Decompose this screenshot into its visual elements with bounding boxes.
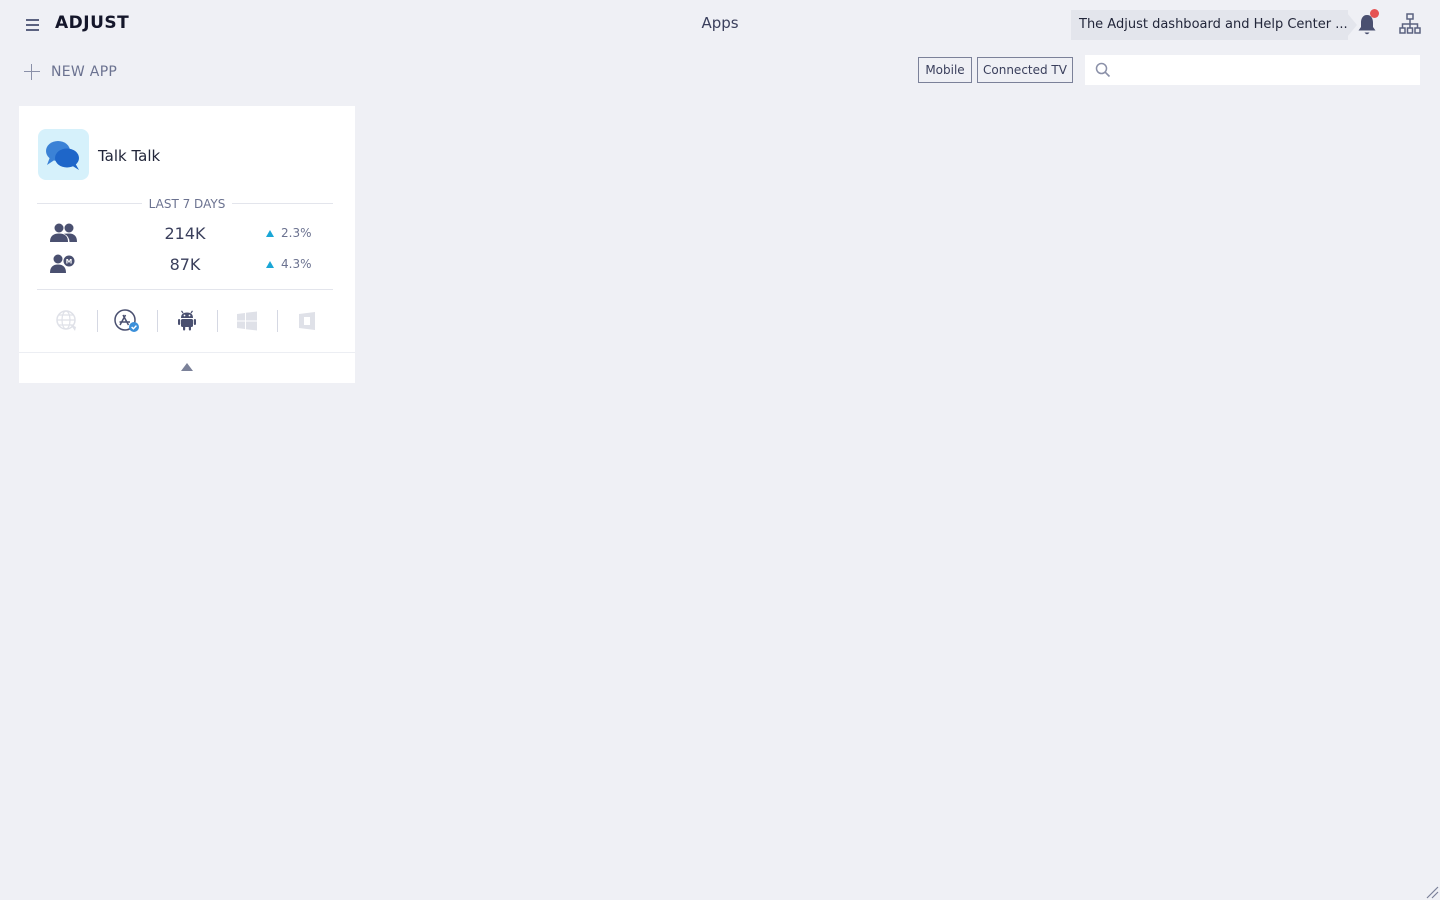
- page-title: Apps: [701, 14, 739, 32]
- search-icon: [1095, 62, 1111, 78]
- filter-connected-tv-button[interactable]: Connected TV: [977, 57, 1073, 83]
- users-icon: [50, 223, 77, 242]
- metric-value: 87K: [169, 255, 201, 274]
- chat-bubbles-icon: [46, 141, 79, 170]
- logo-text: ADJUST: [55, 13, 130, 33]
- metric-value: 214K: [164, 224, 206, 243]
- metric-change-value: 4.3%: [281, 257, 312, 271]
- app-icon: [38, 129, 89, 180]
- android-icon: [178, 310, 196, 331]
- metric-change-value: 2.3%: [281, 226, 312, 240]
- app-name[interactable]: Talk Talk: [98, 147, 160, 165]
- metric-change: 2.3%: [266, 226, 312, 240]
- new-app-label: NEW APP: [51, 64, 118, 80]
- hamburger-menu-icon[interactable]: [22, 14, 44, 36]
- platform-windows[interactable]: [217, 306, 277, 336]
- hierarchy-icon: [1399, 13, 1421, 34]
- trend-up-icon: [266, 260, 274, 268]
- web-icon: [56, 310, 78, 331]
- trend-up-icon: [266, 229, 274, 237]
- notifications-button[interactable]: [1356, 9, 1380, 39]
- metric-row-monthly-users: M 87K 4.3%: [19, 252, 355, 276]
- period-label: LAST 7 DAYS: [141, 197, 233, 211]
- windows-icon: [237, 311, 257, 331]
- metric-row-users: 214K 2.3%: [19, 221, 355, 245]
- platform-windows-phone[interactable]: [277, 306, 337, 336]
- collapse-button[interactable]: [19, 353, 355, 383]
- plus-icon: [24, 64, 40, 80]
- resize-grip-icon[interactable]: [1425, 885, 1439, 899]
- platform-list: [37, 306, 337, 336]
- adjust-logo[interactable]: ADJUST: [55, 13, 129, 33]
- announcement-text: The Adjust dashboard and Help Center ...: [1079, 17, 1348, 32]
- divider: [37, 289, 333, 290]
- search-box: [1085, 55, 1420, 85]
- new-app-button[interactable]: NEW APP: [24, 61, 117, 83]
- platform-web[interactable]: [37, 306, 97, 336]
- platform-ios[interactable]: [97, 306, 157, 336]
- metric-change: 4.3%: [266, 257, 312, 271]
- notification-dot: [1370, 9, 1379, 18]
- filter-mobile-button[interactable]: Mobile: [918, 57, 972, 83]
- top-bar: ADJUST Apps The Adjust dashboard and Hel…: [0, 0, 1440, 50]
- caret-up-icon: [181, 363, 193, 371]
- announcement-banner[interactable]: The Adjust dashboard and Help Center ...: [1071, 10, 1348, 40]
- account-structure-button[interactable]: [1399, 13, 1421, 35]
- app-card[interactable]: Talk Talk LAST 7 DAYS 214K 2.3% M 87K 4.…: [19, 106, 355, 383]
- search-input[interactable]: [1121, 55, 1411, 85]
- monthly-active-users-icon: M: [50, 254, 75, 273]
- app-store-icon: [114, 309, 139, 332]
- platform-android[interactable]: [157, 306, 217, 336]
- windows-phone-icon: [299, 312, 315, 330]
- svg-text:M: M: [66, 258, 72, 266]
